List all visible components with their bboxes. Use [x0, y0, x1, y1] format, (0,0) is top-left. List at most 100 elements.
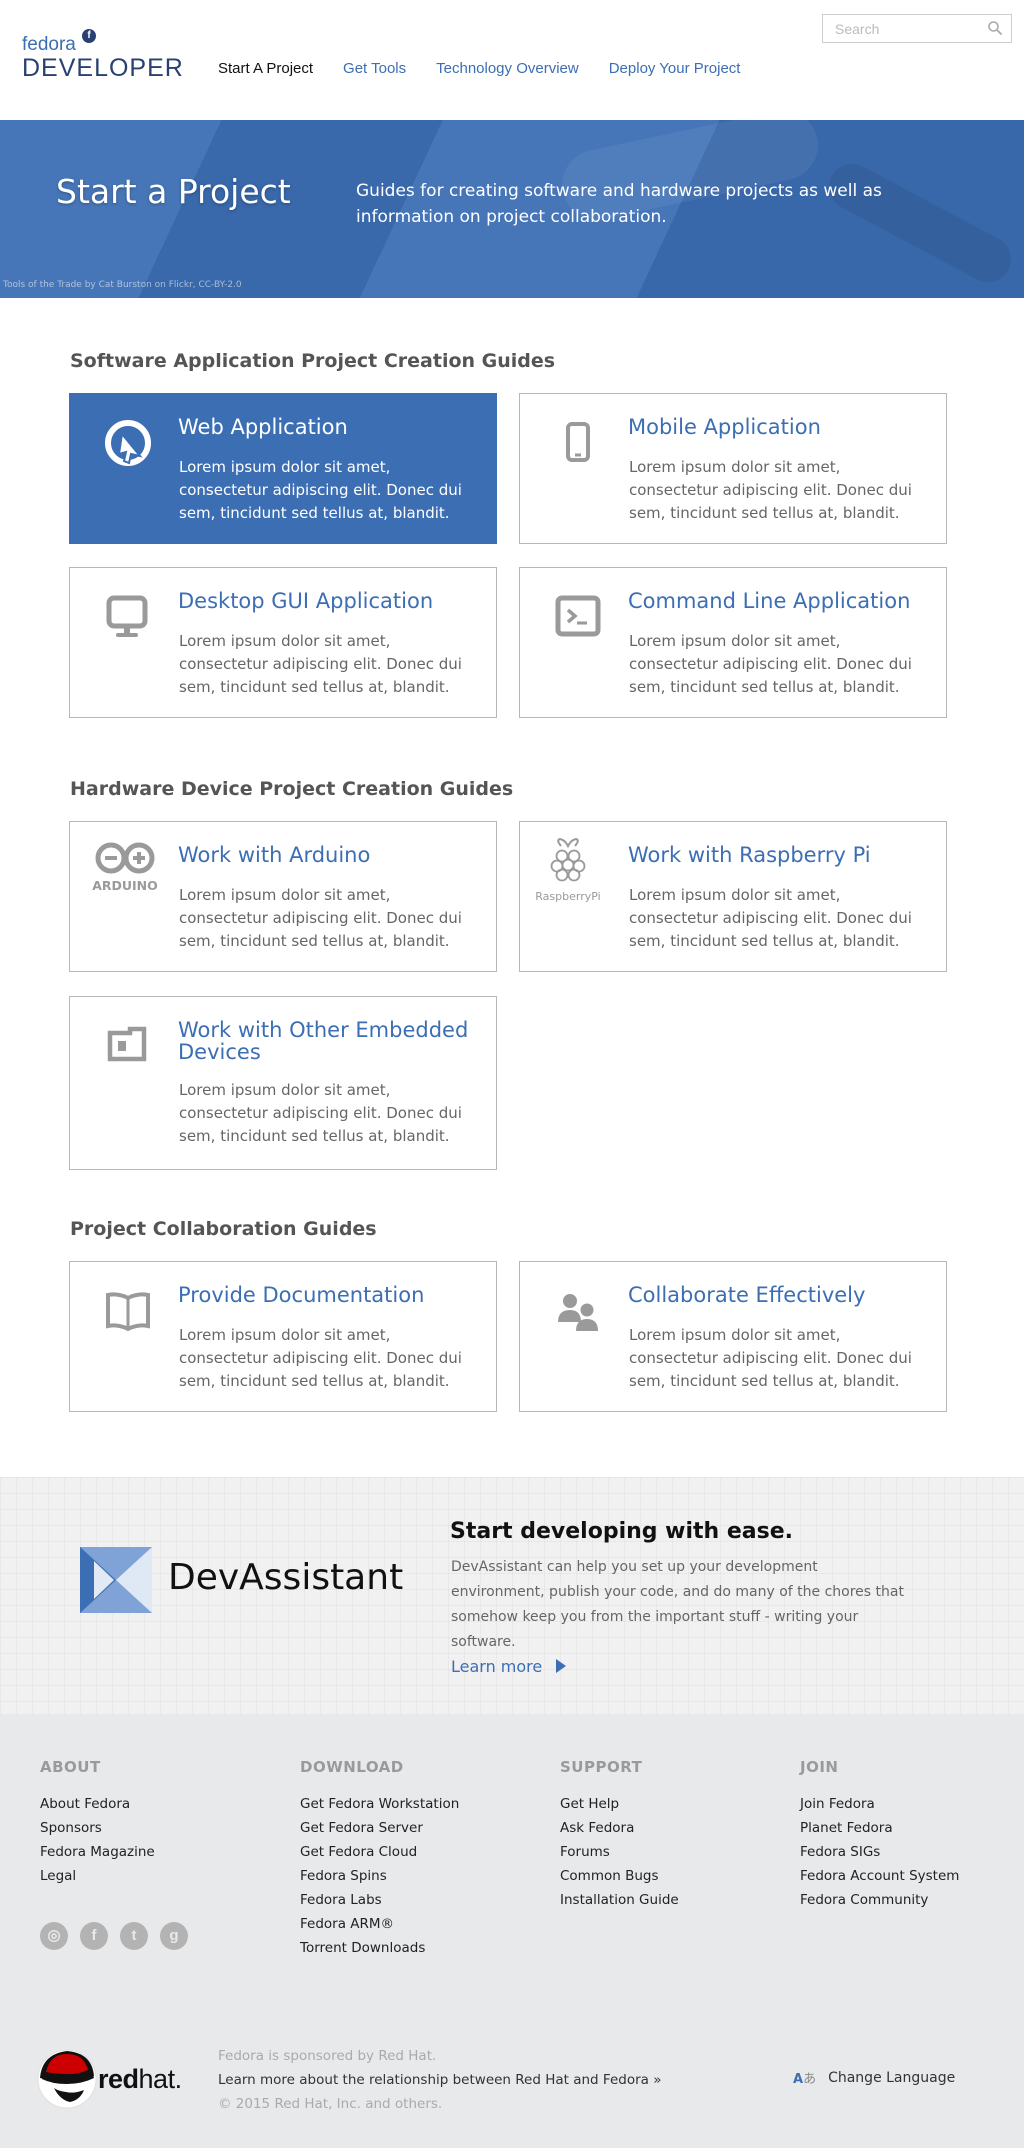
footer-link[interactable]: Get Fedora Workstation: [300, 1792, 459, 1816]
nav-deploy-your-project[interactable]: Deploy Your Project: [609, 60, 741, 77]
footer-link[interactable]: Fedora Community: [800, 1888, 959, 1912]
change-language-label: Change Language: [828, 2069, 956, 2086]
google-plus-icon[interactable]: g: [160, 1922, 188, 1950]
footer-link[interactable]: Ask Fedora: [560, 1816, 679, 1840]
footer-link[interactable]: Get Help: [560, 1792, 679, 1816]
card-description: Lorem ipsum dolor sit amet, consectetur …: [179, 632, 462, 696]
arduino-logo-text: ARDUINO: [92, 878, 158, 893]
footer-link[interactable]: Installation Guide: [560, 1888, 679, 1912]
language-icon: Aあ: [793, 2072, 817, 2087]
devassistant-wordmark: DevAssistant: [168, 1557, 404, 1598]
site-header: fedora f DEVELOPER Start A Project Get T…: [0, 0, 1024, 120]
card-description: Lorem ipsum dolor sit amet, consectetur …: [629, 1326, 912, 1390]
card-provide-documentation[interactable]: Provide Documentation Lorem ipsum dolor …: [69, 1261, 497, 1412]
twitter-icon[interactable]: t: [120, 1922, 148, 1950]
page-title: Start a Project: [56, 172, 291, 211]
play-arrow-icon: [556, 1659, 567, 1673]
search-icon[interactable]: [987, 20, 1003, 36]
footer-link[interactable]: Fedora Spins: [300, 1864, 459, 1888]
sponsor-line: Fedora is sponsored by Red Hat.: [218, 2048, 437, 2064]
globe-cursor-icon: [105, 420, 151, 466]
sponsor-info: Fedora is sponsored by Red Hat. Learn mo…: [218, 2044, 661, 2116]
facebook-icon[interactable]: f: [80, 1922, 108, 1950]
people-icon: [558, 1294, 598, 1331]
section-title-software: Software Application Project Creation Gu…: [70, 350, 556, 372]
devassistant-heading: Start developing with ease.: [450, 1519, 794, 1544]
footer-column-support: SUPPORT Get Help Ask Fedora Forums Commo…: [560, 1758, 679, 1912]
search-box: [822, 14, 1012, 43]
devassistant-logo-icon: [80, 1547, 152, 1613]
footer-link[interactable]: Get Fedora Cloud: [300, 1840, 459, 1864]
card-title: Collaborate Effectively: [628, 1283, 866, 1307]
card-raspberry-pi[interactable]: RaspberryPi Work with Raspberry Pi Lorem…: [519, 821, 947, 972]
card-arduino[interactable]: ARDUINO Work with Arduino Lorem ipsum do…: [69, 821, 497, 972]
card-title: Mobile Application: [628, 415, 821, 439]
redhat-wordmark: redhat.: [98, 2064, 182, 2094]
embedded-board-icon: [107, 1026, 147, 1062]
footer-link[interactable]: Fedora SIGs: [800, 1840, 959, 1864]
social-links: ◎ f t g: [40, 1922, 188, 1950]
footer-link[interactable]: Join Fedora: [800, 1792, 959, 1816]
redhat-relationship-link[interactable]: Learn more about the relationship betwee…: [218, 2068, 661, 2092]
footer-link[interactable]: Fedora ARM®: [300, 1912, 459, 1936]
main-nav: Start A Project Get Tools Technology Ove…: [218, 60, 770, 77]
card-web-application[interactable]: Web Application Lorem ipsum dolor sit am…: [69, 393, 497, 544]
footer-link[interactable]: Get Fedora Server: [300, 1816, 459, 1840]
nav-get-tools[interactable]: Get Tools: [343, 60, 406, 77]
learn-more-link[interactable]: Learn more: [451, 1657, 567, 1676]
search-input[interactable]: [823, 15, 983, 42]
site-footer: ABOUT About Fedora Sponsors Fedora Magaz…: [0, 1714, 1024, 2148]
card-description: Lorem ipsum dolor sit amet, consectetur …: [179, 458, 462, 522]
logo-fedora-text: fedora: [22, 34, 76, 55]
footer-heading: JOIN: [800, 1758, 839, 1776]
footer-link[interactable]: Forums: [560, 1840, 679, 1864]
devassistant-description: DevAssistant can help you set up your de…: [451, 1559, 904, 1650]
raspberry-pi-logo-icon: RaspberryPi: [535, 837, 601, 903]
footer-link[interactable]: Sponsors: [40, 1816, 155, 1840]
card-collaborate-effectively[interactable]: Collaborate Effectively Lorem ipsum dolo…: [519, 1261, 947, 1412]
hero-description: Guides for creating software and hardwar…: [356, 181, 882, 227]
card-command-line-application[interactable]: Command Line Application Lorem ipsum dol…: [519, 567, 947, 718]
card-embedded-devices[interactable]: Work with Other Embedded Devices Lorem i…: [69, 996, 497, 1170]
learn-more-label: Learn more: [451, 1657, 543, 1676]
rss-icon[interactable]: ◎: [40, 1922, 68, 1950]
copyright: © 2015 Red Hat, Inc. and others.: [218, 2096, 443, 2112]
card-title: Web Application: [178, 415, 348, 439]
nav-start-a-project[interactable]: Start A Project: [218, 60, 313, 77]
redhat-shadowman-icon[interactable]: [36, 2048, 98, 2110]
change-language[interactable]: Aあ Change Language: [793, 2068, 956, 2088]
card-desktop-gui-application[interactable]: Desktop GUI Application Lorem ipsum dolo…: [69, 567, 497, 718]
card-title: Provide Documentation: [178, 1283, 425, 1307]
footer-link[interactable]: About Fedora: [40, 1792, 155, 1816]
logo-developer-text: DEVELOPER: [22, 54, 184, 82]
fedora-developer-logo[interactable]: fedora f DEVELOPER: [22, 28, 184, 84]
footer-link[interactable]: Legal: [40, 1864, 155, 1888]
card-description: Lorem ipsum dolor sit amet, consectetur …: [179, 1326, 462, 1390]
devassistant-promo: DevAssistant Start developing with ease.…: [0, 1477, 1024, 1714]
card-title: Command Line Application: [628, 589, 911, 613]
footer-link[interactable]: Common Bugs: [560, 1864, 679, 1888]
card-mobile-application[interactable]: Mobile Application Lorem ipsum dolor sit…: [519, 393, 947, 544]
card-title: Work with Raspberry Pi: [628, 843, 871, 867]
card-description: Lorem ipsum dolor sit amet, consectetur …: [629, 886, 912, 950]
card-title: Work with Arduino: [178, 843, 371, 867]
fedora-infinity-icon: f: [82, 29, 96, 43]
hero-banner: Start a Project Guides for creating soft…: [0, 120, 1024, 298]
footer-link[interactable]: Fedora Labs: [300, 1888, 459, 1912]
footer-link[interactable]: Fedora Account System: [800, 1864, 959, 1888]
open-book-icon: [106, 1292, 150, 1332]
footer-link[interactable]: Fedora Magazine: [40, 1840, 155, 1864]
footer-heading: SUPPORT: [560, 1758, 643, 1776]
terminal-icon: [555, 595, 601, 637]
footer-column-about: ABOUT About Fedora Sponsors Fedora Magaz…: [40, 1758, 155, 1888]
card-description: Lorem ipsum dolor sit amet, consectetur …: [179, 886, 462, 950]
image-credit[interactable]: Tools of the Trade by Cat Burston on Fli…: [3, 280, 242, 290]
footer-link[interactable]: Planet Fedora: [800, 1816, 959, 1840]
footer-link[interactable]: Torrent Downloads: [300, 1936, 459, 1960]
arduino-logo-icon: ARDUINO: [92, 842, 158, 893]
nav-technology-overview[interactable]: Technology Overview: [436, 60, 579, 77]
card-title: Desktop GUI Application: [178, 589, 434, 613]
card-title: Work with Other Embedded Devices: [178, 1018, 469, 1064]
raspberry-pi-logo-text: RaspberryPi: [535, 890, 600, 903]
desktop-monitor-icon: [106, 595, 148, 637]
